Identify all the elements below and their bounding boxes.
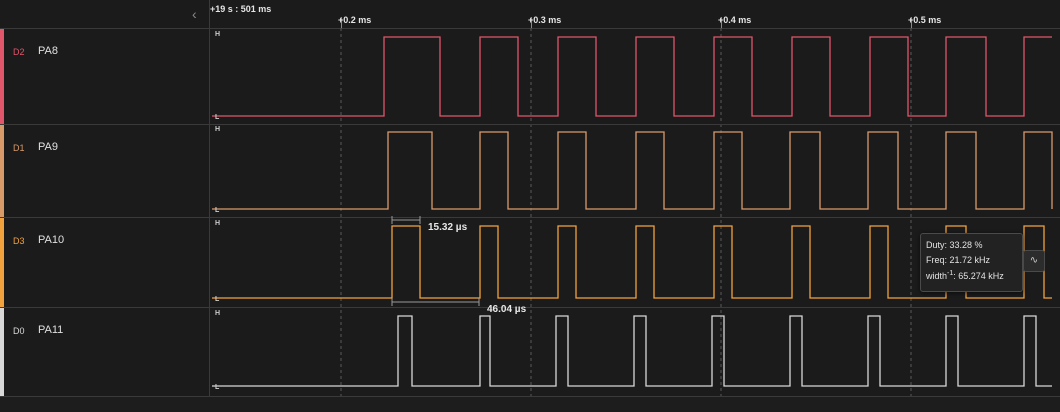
waveform-pa9 bbox=[212, 131, 1053, 210]
waveforms bbox=[212, 36, 1053, 387]
level-low-label: L bbox=[215, 207, 220, 214]
level-high-label: H bbox=[215, 220, 220, 227]
period-measurement: 46.04 µs bbox=[487, 304, 527, 315]
waveform-area[interactable]: HLHLHLHL 15.32 µs 46.04 µs bbox=[0, 0, 1060, 411]
level-high-label: H bbox=[215, 310, 220, 317]
level-high-label: H bbox=[215, 31, 220, 38]
time-gridlines bbox=[340, 28, 912, 396]
logic-analyzer-view: ‹ +19 s : 501 ms +0.2 ms +0.3 ms +0.4 ms… bbox=[0, 0, 1060, 412]
tooltip-freq: Freq: 21.72 kHz bbox=[926, 255, 991, 265]
level-high-label: H bbox=[215, 126, 220, 133]
measurement-overlay: 15.32 µs 46.04 µs bbox=[391, 216, 527, 315]
measurement-tooltip: Duty: 33.28 % Freq: 21.72 kHz width-1: 6… bbox=[920, 233, 1023, 292]
level-labels: HLHLHLHL bbox=[215, 31, 220, 391]
tooltip-width-label: width bbox=[926, 271, 948, 281]
waveform-icon[interactable]: ∿ bbox=[1023, 250, 1045, 272]
width-measurement: 15.32 µs bbox=[428, 222, 468, 233]
horizontal-scrollbar[interactable] bbox=[0, 396, 1060, 412]
tooltip-width-value: : 65.274 kHz bbox=[953, 271, 1004, 281]
tooltip-duty: Duty: 33.28 % bbox=[926, 240, 983, 250]
level-low-label: L bbox=[215, 296, 220, 303]
level-low-label: L bbox=[215, 384, 220, 391]
level-low-label: L bbox=[215, 114, 220, 121]
waveform-pa11 bbox=[212, 315, 1052, 387]
waveform-pa8 bbox=[212, 36, 1052, 117]
tooltip-width: width-1: 65.274 kHz bbox=[926, 270, 1004, 281]
